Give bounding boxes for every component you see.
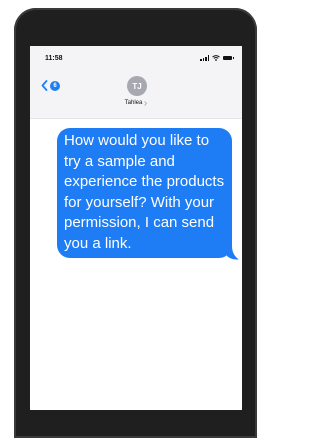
chevron-right-icon [144, 100, 148, 106]
phone-frame: 11:58 6 TJ Tahlea How would you like to … [14, 8, 257, 438]
bubble-tail [227, 246, 239, 260]
message-bubble[interactable]: How would you like to try a sample and e… [57, 128, 232, 258]
contact-name: Tahlea [124, 100, 143, 106]
avatar[interactable]: TJ [127, 76, 147, 96]
back-chevron-icon [41, 80, 48, 91]
unread-badge: 6 [50, 80, 60, 91]
messages-screen: 11:58 6 TJ Tahlea How would you like to … [30, 46, 242, 410]
phone-bezel-bottom [14, 400, 257, 438]
status-time: 11:58 [45, 55, 63, 62]
status-icons [200, 55, 234, 61]
back-button[interactable]: 6 [41, 80, 60, 91]
conversation-header: 11:58 6 TJ Tahlea [30, 46, 242, 119]
wifi-icon [212, 55, 220, 61]
signal-icon [200, 55, 209, 61]
contact-details-button[interactable]: Tahlea [30, 100, 242, 106]
battery-icon [223, 56, 234, 60]
